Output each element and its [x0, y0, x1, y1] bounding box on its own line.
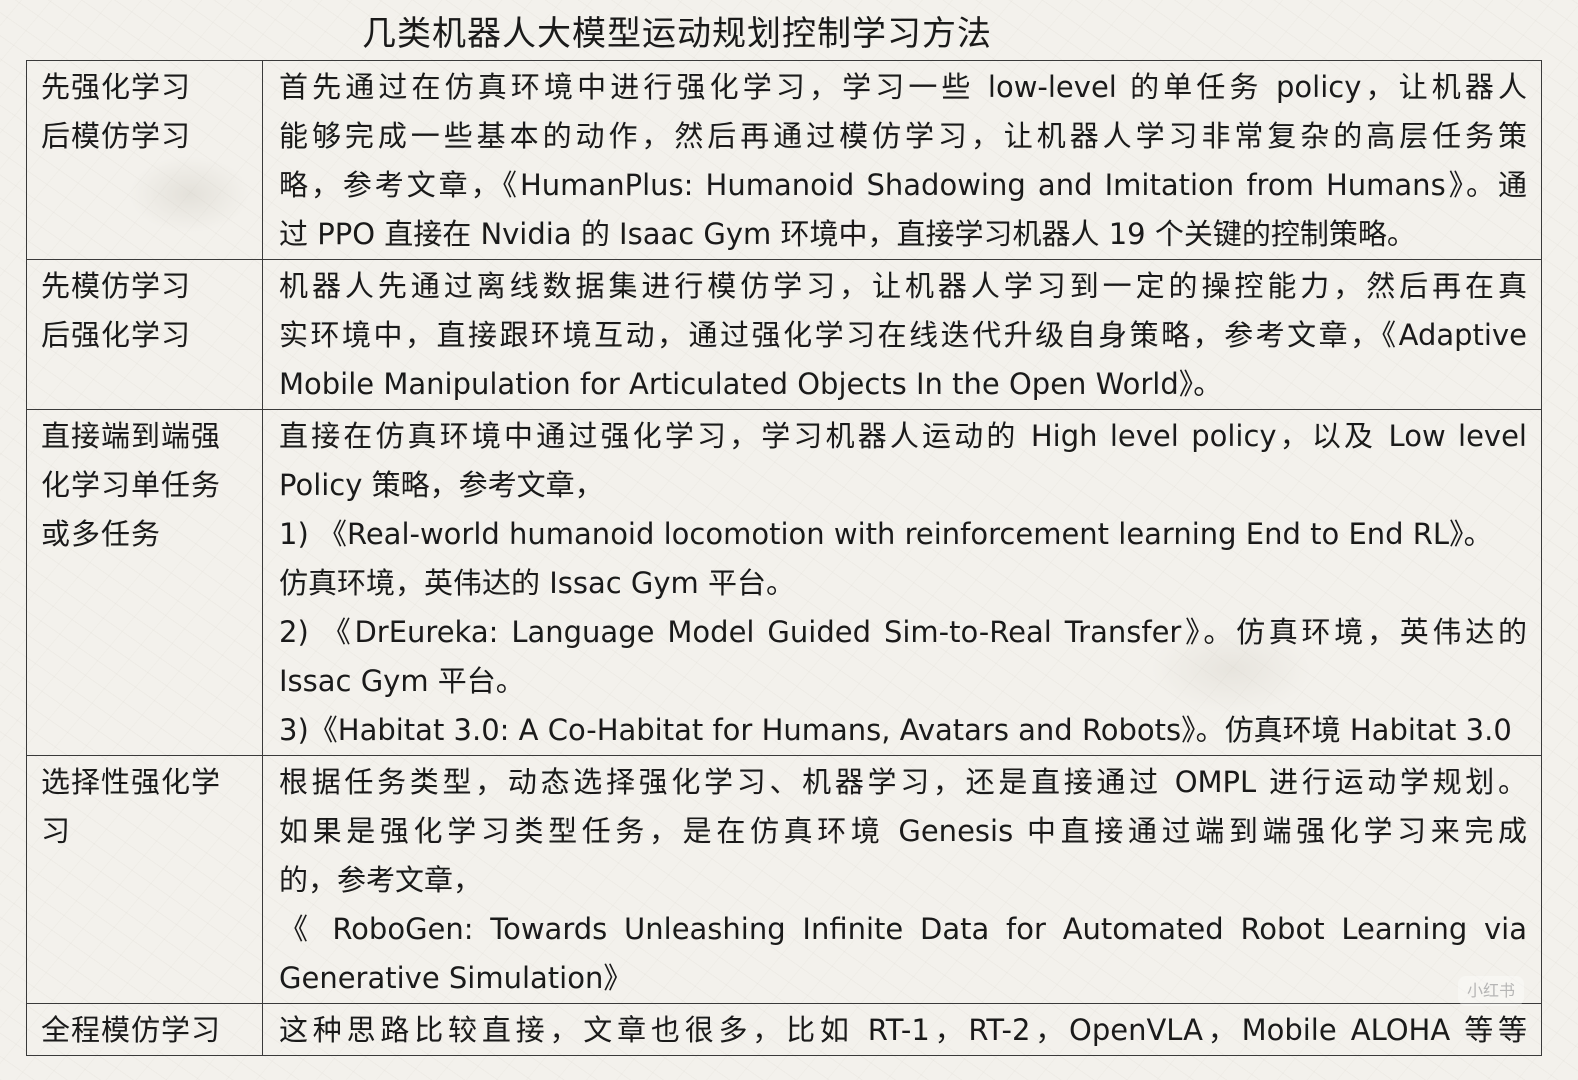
description-line: Mobile Manipulation for Articulated Obje…	[279, 367, 1223, 401]
description-line: 《 RoboGen: Towards Unleashing Infinite D…	[279, 912, 1527, 946]
table-row: 直接端到端强 化学习单任务 或多任务 直接在仿真环境中通过强化学习，学习机器人运…	[26, 409, 1542, 756]
description-line: 这种思路比较直接，文章也很多，比如 RT-1，RT-2，OpenVLA，Mobi…	[279, 1013, 1527, 1047]
method-name-line: 或多任务	[41, 517, 162, 551]
description-line: 的，参考文章，	[279, 863, 483, 897]
method-name-line: 全程模仿学习	[41, 1013, 222, 1047]
methods-table: 先强化学习 后模仿学习 首先通过在仿真环境中进行强化学习，学习一些 low-le…	[26, 60, 1542, 1056]
description-line: 直接在仿真环境中通过强化学习，学习机器人运动的 High level polic…	[279, 419, 1527, 453]
method-name-line: 化学习单任务	[41, 468, 222, 502]
method-name-line: 直接端到端强	[41, 419, 222, 453]
description-line: Policy 策略，参考文章，	[279, 468, 604, 502]
description-line: 2) 《DrEureka: Language Model Guided Sim-…	[279, 615, 1527, 649]
method-name-line: 先强化学习	[41, 70, 192, 104]
description-line: Generative Simulation》	[279, 961, 633, 995]
description-line: 机器人先通过离线数据集进行模仿学习，让机器人学习到一定的操控能力，然后再在真	[279, 269, 1527, 303]
description-line: 过 PPO 直接在 Nvidia 的 Isaac Gym 环境中，直接学习机器人…	[279, 217, 1416, 251]
method-name-line: 习	[41, 814, 72, 848]
method-name-line: 先模仿学习	[41, 269, 192, 303]
method-description-cell: 这种思路比较直接，文章也很多，比如 RT-1，RT-2，OpenVLA，Mobi…	[262, 1003, 1542, 1056]
description-line: 仿真环境，英伟达的 Issac Gym 平台。	[279, 566, 796, 600]
method-name-cell: 选择性强化学 习	[26, 755, 263, 1004]
method-name-cell: 先强化学习 后模仿学习	[26, 60, 263, 260]
description-line: 如果是强化学习类型任务，是在仿真环境 Genesis 中直接通过端到端强化学习来…	[279, 814, 1527, 848]
description-line: 3)《Habitat 3.0: A Co-Habitat for Humans,…	[279, 713, 1512, 747]
method-name-cell: 先模仿学习 后强化学习	[26, 259, 263, 410]
table-row: 全程模仿学习 这种思路比较直接，文章也很多，比如 RT-1，RT-2，OpenV…	[26, 1003, 1542, 1056]
method-name-line: 后强化学习	[41, 318, 192, 352]
description-line: 1) 《Real-world humanoid locomotion with …	[279, 517, 1493, 551]
method-description-cell: 根据任务类型，动态选择强化学习、机器学习，还是直接通过 OMPL 进行运动学规划…	[262, 755, 1542, 1004]
method-name-line: 选择性强化学	[41, 765, 222, 799]
method-description-cell: 直接在仿真环境中通过强化学习，学习机器人运动的 High level polic…	[262, 409, 1542, 756]
table-row: 先模仿学习 后强化学习 机器人先通过离线数据集进行模仿学习，让机器人学习到一定的…	[26, 259, 1542, 410]
description-line: Issac Gym 平台。	[279, 664, 525, 698]
table-row: 选择性强化学 习 根据任务类型，动态选择强化学习、机器学习，还是直接通过 OMP…	[26, 755, 1542, 1004]
table-row: 先强化学习 后模仿学习 首先通过在仿真环境中进行强化学习，学习一些 low-le…	[26, 60, 1542, 260]
description-line: 能够完成一些基本的动作，然后再通过模仿学习，让机器人学习非常复杂的高层任务策	[279, 119, 1527, 153]
method-name-line: 后模仿学习	[41, 119, 192, 153]
description-line: 略，参考文章，《HumanPlus: Humanoid Shadowing an…	[279, 168, 1527, 202]
method-name-cell: 全程模仿学习	[26, 1003, 263, 1056]
method-description-cell: 首先通过在仿真环境中进行强化学习，学习一些 low-level 的单任务 pol…	[262, 60, 1542, 260]
method-name-cell: 直接端到端强 化学习单任务 或多任务	[26, 409, 263, 756]
page-title: 几类机器人大模型运动规划控制学习方法	[362, 14, 992, 54]
description-line: 根据任务类型，动态选择强化学习、机器学习，还是直接通过 OMPL 进行运动学规划…	[279, 765, 1527, 799]
description-line: 实环境中，直接跟环境互动，通过强化学习在线迭代升级自身策略，参考文章，《Adap…	[279, 318, 1527, 352]
method-description-cell: 机器人先通过离线数据集进行模仿学习，让机器人学习到一定的操控能力，然后再在真 实…	[262, 259, 1542, 410]
description-line: 首先通过在仿真环境中进行强化学习，学习一些 low-level 的单任务 pol…	[279, 70, 1527, 104]
watermark-logo: 小红书	[1458, 976, 1524, 1006]
